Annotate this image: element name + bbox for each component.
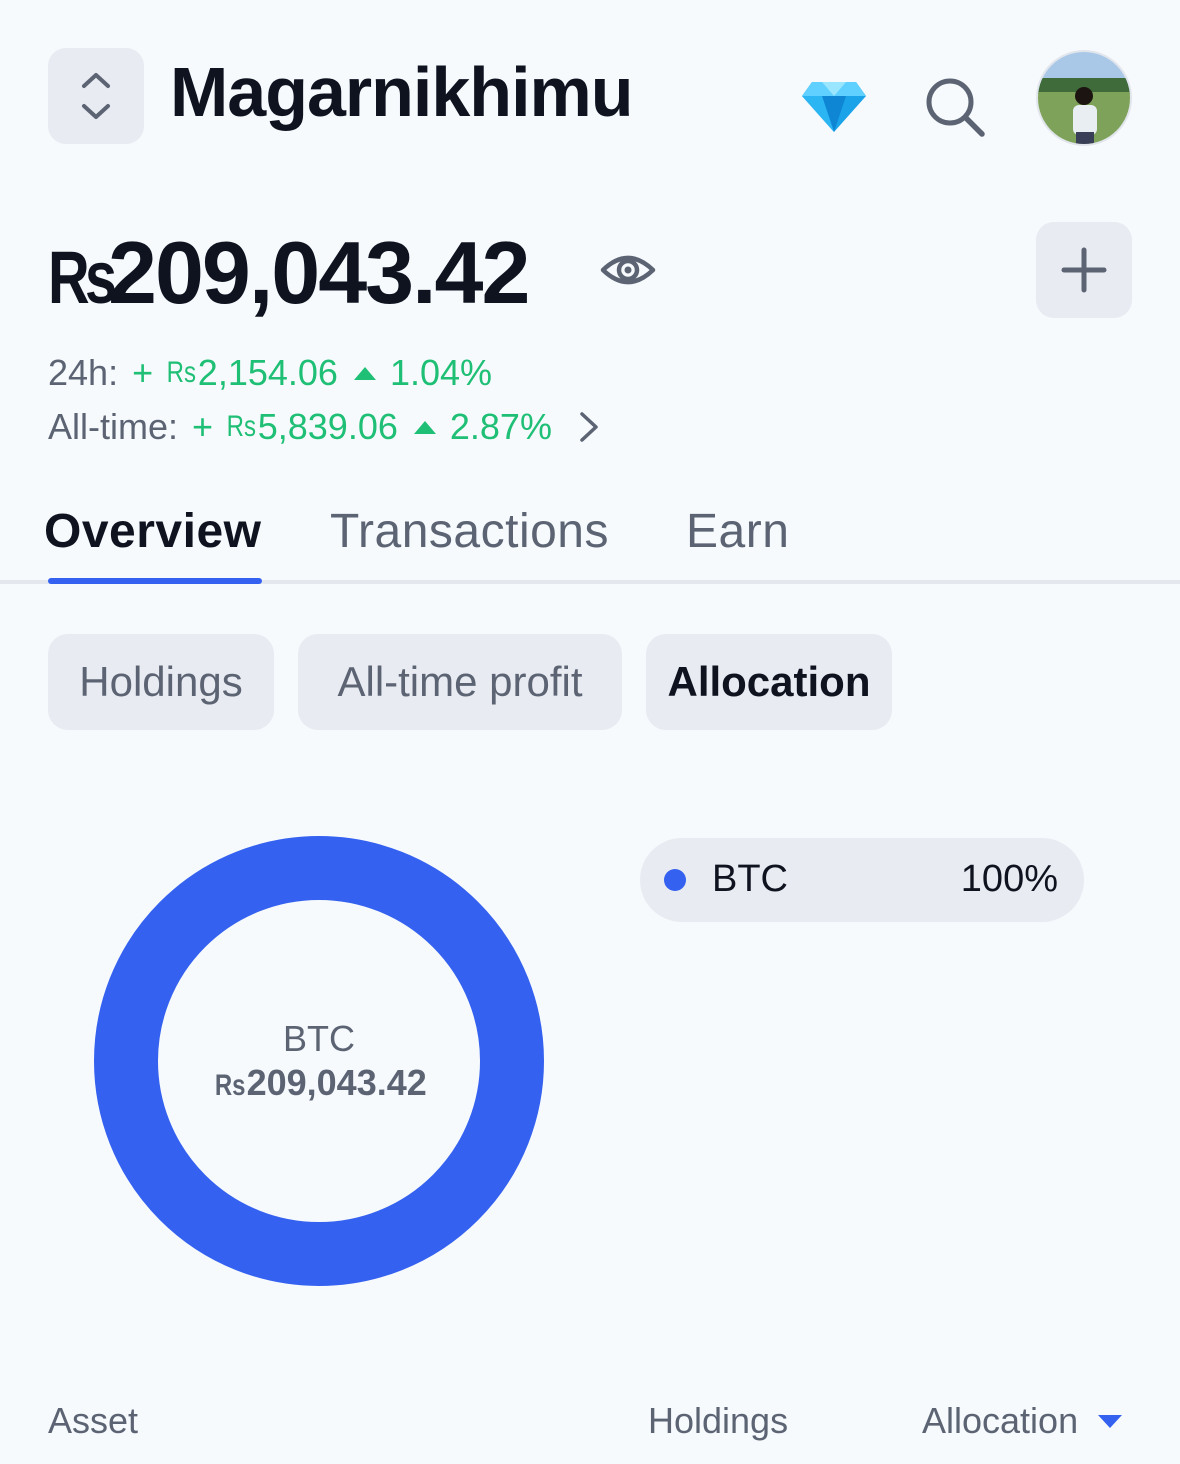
change-all-time-label: All-time: (48, 406, 179, 447)
total-balance: Rs 209,043.42 (48, 222, 530, 324)
change-24h-amount: 2,154.06 (197, 352, 338, 393)
tab-bar: Overview Transactions Earn (0, 500, 1180, 586)
allocation-donut-chart (94, 836, 544, 1286)
change-all-time-currency: Rs (226, 410, 257, 443)
change-24h-row: 24h: + Rs 2,154.06 1.04% (48, 352, 492, 394)
change-24h-currency: Rs (166, 356, 197, 389)
chip-all-time-profit[interactable]: All-time profit (298, 634, 622, 730)
legend-asset-name: BTC (712, 858, 788, 900)
add-transaction-button[interactable] (1036, 222, 1132, 318)
tab-earn[interactable]: Earn (686, 504, 789, 559)
chip-holdings[interactable]: Holdings (48, 634, 274, 730)
donut-center-currency: Rs (215, 1069, 246, 1102)
change-all-time-percent: 2.87% (449, 406, 552, 447)
sort-down-icon (1098, 1414, 1123, 1428)
portfolio-switch-button[interactable] (48, 48, 144, 144)
change-24h-value: + Rs 2,154.06 1.04% (132, 352, 492, 394)
column-header-asset[interactable]: Asset (48, 1400, 138, 1442)
change-all-time-value: + Rs 5,839.06 2.87% (192, 406, 552, 448)
chip-allocation[interactable]: Allocation (646, 634, 892, 730)
change-all-time-row[interactable]: All-time: + Rs 5,839.06 2.87% (48, 406, 600, 448)
column-header-allocation-label: Allocation (922, 1400, 1079, 1441)
currency-symbol: Rs (48, 236, 117, 319)
chevron-right-icon (580, 412, 598, 442)
donut-center-label: BTC (283, 1018, 355, 1059)
portfolio-name[interactable]: Magarnikhimu (170, 52, 634, 132)
triangle-up-icon (413, 420, 436, 434)
search-icon[interactable] (922, 74, 988, 140)
avatar[interactable] (1036, 50, 1132, 146)
balance-amount: 209,043.42 (108, 223, 530, 322)
tab-transactions[interactable]: Transactions (330, 504, 609, 559)
change-all-time-sign: + (192, 406, 214, 447)
legend-color-dot (664, 869, 686, 891)
change-24h-sign: + (132, 352, 154, 393)
donut-center-amount: 209,043.42 (246, 1062, 427, 1103)
tab-overview[interactable]: Overview (44, 504, 261, 559)
diamond-icon[interactable] (800, 78, 868, 134)
change-24h-label: 24h: (48, 352, 119, 393)
legend-asset-percent: 100% (960, 858, 1058, 900)
legend-item-btc[interactable]: BTC 100% (640, 838, 1084, 922)
eye-icon[interactable] (600, 248, 656, 292)
column-header-allocation[interactable]: Allocation (922, 1400, 1123, 1442)
portfolio-page: Magarnikhimu Rs 209,043.42 24h: + Rs 2,1… (0, 0, 1180, 1464)
donut-center-value: Rs 209,043.42 (94, 1062, 544, 1104)
profile-photo (1038, 52, 1130, 144)
column-header-holdings[interactable]: Holdings (648, 1400, 788, 1442)
active-tab-indicator (48, 578, 262, 584)
plus-icon (1061, 247, 1107, 293)
change-24h-percent: 1.04% (389, 352, 493, 393)
donut-segment-btc[interactable] (94, 836, 544, 1286)
chevron-up-down-icon (82, 73, 110, 119)
change-all-time-amount: 5,839.06 (257, 406, 398, 447)
triangle-up-icon (353, 366, 376, 380)
